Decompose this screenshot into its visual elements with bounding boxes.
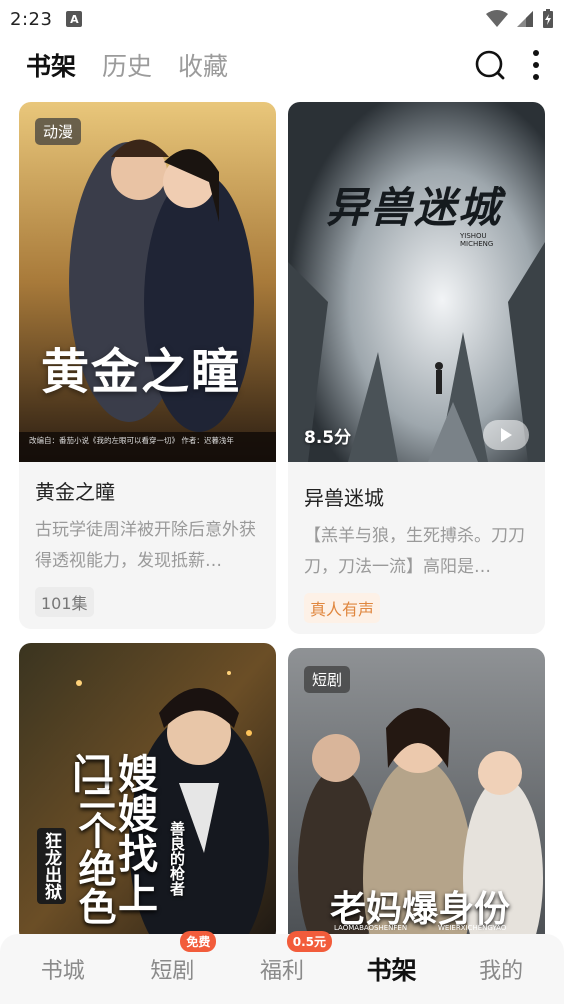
audio-badge: 真人有声	[304, 593, 381, 623]
nav-short-drama[interactable]: 短剧 免费	[122, 931, 222, 985]
more-vertical-icon[interactable]	[532, 49, 540, 81]
cover-title: 异兽迷城	[326, 183, 503, 232]
cover-tagline-left: 狂龙出狱	[37, 828, 66, 904]
book-cover: 嫂嫂找上门 三个绝色 狂龙出狱 善良的枪者	[19, 643, 276, 943]
episode-badge: 101集	[35, 587, 94, 617]
nav-bookstore[interactable]: 书城	[13, 953, 113, 985]
cover-art	[288, 102, 545, 462]
book-description: 古玩学徒周洋被开除后意外获得透视能力，发现抵薪…	[35, 520, 256, 571]
battery-icon	[543, 9, 553, 28]
tab-bookshelf[interactable]: 书架	[26, 47, 76, 83]
tab-history[interactable]: 历史	[102, 47, 152, 83]
reward-badge: 0.5元	[286, 931, 332, 952]
book-card[interactable]: 短剧 老妈爆身份 LAOMABAOSHENFEN WEIERXICHENGYAO	[288, 648, 545, 948]
book-description: 【羔羊与狼，生死搏杀。刀刀刀，刀法一流】高阳是…	[304, 526, 525, 577]
bottom-nav: 书城 短剧 免费 福利 0.5元 书架 我的	[0, 931, 564, 1004]
book-card[interactable]: 嫂嫂找上门 三个绝色 狂龙出狱 善良的枪者	[19, 643, 276, 943]
nav-label: 我的	[479, 959, 524, 984]
rating-score: 8.5分	[304, 428, 352, 448]
nav-label: 福利	[259, 959, 304, 984]
book-card[interactable]: 动漫 黄金之瞳 改编自：番茄小说《我的左眼可以看穿一切》 作者：迟暮浅年 黄金之…	[19, 102, 276, 629]
nav-label: 书城	[40, 959, 85, 984]
header-actions	[474, 49, 564, 81]
nav-rewards[interactable]: 福利 0.5元	[232, 931, 332, 985]
cover-subtitle: YISHOU MICHENG	[460, 232, 494, 248]
free-badge: 免费	[180, 931, 217, 952]
cover-art	[19, 102, 276, 462]
book-cover: 异兽迷城 YISHOU MICHENG 8.5分	[288, 102, 545, 462]
status-indicators	[486, 9, 554, 29]
signal-icon	[517, 11, 533, 27]
cover-subtitle: LAOMABAOSHENFEN	[334, 924, 408, 932]
cover-subtitle-2: WEIERXICHENGYAO	[438, 924, 507, 932]
play-icon	[501, 428, 512, 442]
notification-icon: A	[66, 11, 83, 27]
nav-bookshelf[interactable]: 书架	[342, 951, 442, 987]
nav-label: 短剧	[150, 959, 195, 984]
status-bar: 2:23 A	[0, 0, 564, 38]
header: 书架 历史 收藏	[0, 38, 564, 92]
status-time: 2:23	[10, 8, 53, 30]
nav-label: 书架	[366, 956, 417, 985]
category-tag: 短剧	[304, 666, 351, 693]
book-title: 异兽迷城	[304, 486, 384, 510]
card-body: 黄金之瞳 古玩学徒周洋被开除后意外获得透视能力，发现抵薪… 101集	[19, 462, 276, 629]
wifi-icon	[486, 10, 508, 27]
cover-title: 黄金之瞳	[41, 344, 242, 400]
search-icon[interactable]	[474, 49, 506, 81]
card-body: 异兽迷城 【羔羊与狼，生死搏杀。刀刀刀，刀法一流】高阳是… 真人有声	[288, 462, 545, 634]
play-button[interactable]	[483, 420, 529, 450]
cover-credit: 改编自：番茄小说《我的左眼可以看穿一切》 作者：迟暮浅年	[29, 436, 234, 445]
book-title: 黄金之瞳	[35, 480, 115, 504]
book-card[interactable]: 异兽迷城 YISHOU MICHENG 8.5分 异兽迷城 【羔羊与狼，生死搏杀…	[288, 102, 545, 634]
tab-favorites[interactable]: 收藏	[178, 47, 228, 83]
cover-tagline-right: 善良的枪者	[168, 821, 186, 896]
category-tag: 动漫	[35, 118, 82, 145]
book-cover: 短剧 老妈爆身份 LAOMABAOSHENFEN WEIERXICHENGYAO	[288, 648, 545, 948]
book-cover: 动漫 黄金之瞳 改编自：番茄小说《我的左眼可以看穿一切》 作者：迟暮浅年	[19, 102, 276, 462]
nav-profile[interactable]: 我的	[451, 953, 551, 985]
cover-side-text: 三个绝色	[72, 773, 116, 925]
